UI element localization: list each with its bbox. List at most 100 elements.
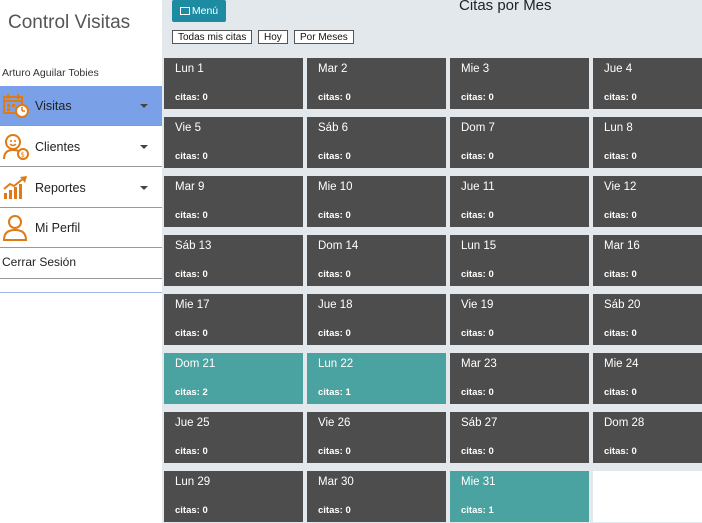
citas-prefix: citas: — [175, 387, 203, 398]
day-label: Mie 17 — [175, 299, 210, 311]
citas-prefix: citas: — [604, 92, 632, 103]
citas-prefix: citas: — [461, 505, 489, 516]
citas-count: citas: 2 — [175, 387, 208, 398]
citas-count: citas: 0 — [318, 269, 351, 280]
day-label: Vie 5 — [175, 122, 202, 134]
citas-prefix: citas: — [175, 151, 203, 162]
citas-value: 0 — [202, 269, 208, 280]
citas-prefix: citas: — [604, 328, 632, 339]
citas-prefix: citas: — [175, 505, 203, 516]
calendar-day-cell[interactable]: Mar 30 citas: 0 — [307, 471, 446, 522]
citas-prefix: citas: — [461, 269, 489, 280]
citas-count: citas: 0 — [461, 92, 494, 103]
sidebar-item-mi-perfil[interactable]: Mi Perfil — [0, 208, 162, 248]
citas-count: citas: 0 — [175, 269, 208, 280]
chevron-down-icon[interactable] — [140, 185, 148, 190]
calendar-day-cell[interactable]: Sáb 6 citas: 0 — [307, 117, 446, 168]
citas-value: 0 — [202, 151, 208, 162]
calendar-day-cell[interactable]: Vie 5 citas: 0 — [164, 117, 303, 168]
calendar-day-cell[interactable]: Mar 9 citas: 0 — [164, 176, 303, 227]
calendar-day-cell[interactable]: Dom 7 citas: 0 — [450, 117, 589, 168]
calendar-day-cell[interactable]: Mie 31 citas: 1 — [450, 471, 589, 522]
menu-label: Menú — [191, 5, 219, 17]
filter-todas-button[interactable]: Todas mis citas — [172, 30, 253, 44]
calendar-day-cell[interactable]: Dom 28 citas: 0 — [593, 412, 702, 463]
citas-count: citas: 0 — [461, 151, 494, 162]
day-label: Mar 2 — [318, 63, 348, 75]
chevron-down-icon[interactable] — [140, 144, 148, 149]
citas-count: citas: 0 — [175, 446, 208, 457]
citas-prefix: citas: — [318, 269, 346, 280]
chevron-down-icon[interactable] — [140, 103, 148, 108]
calendar-day-cell[interactable]: Sáb 13 citas: 0 — [164, 235, 303, 286]
calendar-day-cell[interactable]: Mar 2 citas: 0 — [307, 58, 446, 109]
calendar-day-cell[interactable]: Vie 19 citas: 0 — [450, 294, 589, 345]
citas-count: citas: 0 — [318, 328, 351, 339]
day-label: Jue 11 — [461, 181, 495, 193]
calendar-day-cell[interactable]: Jue 18 citas: 0 — [307, 294, 446, 345]
calendar-day-cell[interactable]: Jue 4 citas: 0 — [593, 58, 702, 109]
calendar-day-cell[interactable]: Sáb 27 citas: 0 — [450, 412, 589, 463]
calendar-day-cell[interactable]: Lun 1 citas: 0 — [164, 58, 303, 109]
citas-prefix: citas: — [318, 505, 346, 516]
sidebar-item-clientes[interactable]: $ Clientes — [0, 127, 162, 167]
calendar-day-cell[interactable]: Lun 8 citas: 0 — [593, 117, 702, 168]
citas-value: 0 — [631, 328, 637, 339]
citas-prefix: citas: — [318, 446, 346, 457]
sidebar-item-label: Mi Perfil — [35, 220, 81, 235]
citas-value: 0 — [345, 210, 351, 221]
divider — [0, 292, 162, 293]
calendar-day-cell[interactable]: Mie 3 citas: 0 — [450, 58, 589, 109]
calendar-day-cell[interactable]: Jue 25 citas: 0 — [164, 412, 303, 463]
calendar-day-cell[interactable]: Mie 24 citas: 0 — [593, 353, 702, 404]
day-label: Mar 9 — [175, 181, 205, 193]
citas-prefix: citas: — [604, 387, 632, 398]
calendar-day-cell[interactable]: Vie 26 citas: 0 — [307, 412, 446, 463]
app-title: Control Visitas — [8, 12, 131, 33]
day-label: Jue 18 — [318, 299, 353, 311]
citas-count: citas: 0 — [461, 387, 494, 398]
calendar-day-cell[interactable]: Mie 17 citas: 0 — [164, 294, 303, 345]
calendar-day-cell[interactable]: Dom 14 citas: 0 — [307, 235, 446, 286]
calendar-day-cell[interactable]: Sáb 20 citas: 0 — [593, 294, 702, 345]
citas-count: citas: 0 — [604, 210, 637, 221]
citas-value: 0 — [631, 92, 637, 103]
citas-prefix: citas: — [318, 328, 346, 339]
calendar-day-cell[interactable]: Dom 21 citas: 2 — [164, 353, 303, 404]
citas-prefix: citas: — [604, 446, 632, 457]
day-label: Dom 28 — [604, 417, 645, 429]
citas-value: 0 — [345, 446, 351, 457]
citas-prefix: citas: — [461, 151, 489, 162]
calendar-day-cell[interactable]: Lun 15 citas: 0 — [450, 235, 589, 286]
logout-link[interactable]: Cerrar Sesión — [0, 247, 162, 279]
sidebar-item-reportes[interactable]: Reportes — [0, 168, 162, 208]
citas-value: 0 — [202, 92, 208, 103]
citas-value: 0 — [488, 328, 494, 339]
sidebar-item-visitas[interactable]: Visitas — [0, 86, 162, 126]
citas-value: 0 — [202, 505, 208, 516]
citas-count: citas: 0 — [175, 151, 208, 162]
citas-value: 0 — [202, 210, 208, 221]
empty-calendar-cell — [593, 471, 702, 522]
menu-button[interactable]: Menú — [172, 0, 226, 22]
citas-count: citas: 0 — [461, 210, 494, 221]
citas-value: 0 — [488, 92, 494, 103]
citas-prefix: citas: — [604, 210, 632, 221]
calendar-day-cell[interactable]: Mie 10 citas: 0 — [307, 176, 446, 227]
calendar-day-cell[interactable]: Lun 29 citas: 0 — [164, 471, 303, 522]
calendar-day-cell[interactable]: Mar 23 citas: 0 — [450, 353, 589, 404]
citas-count: citas: 0 — [604, 446, 637, 457]
day-label: Sáb 13 — [175, 240, 212, 252]
citas-value: 0 — [631, 269, 637, 280]
citas-count: citas: 0 — [604, 269, 637, 280]
day-label: Vie 26 — [318, 417, 351, 429]
calendar-day-cell[interactable]: Jue 11 citas: 0 — [450, 176, 589, 227]
day-label: Mar 16 — [604, 240, 640, 252]
calendar-day-cell[interactable]: Mar 16 citas: 0 — [593, 235, 702, 286]
calendar-day-cell[interactable]: Lun 22 citas: 1 — [307, 353, 446, 404]
header: Menú Citas por Mes Todas mis citas Hoy P… — [162, 0, 702, 56]
filter-por-meses-button[interactable]: Por Meses — [294, 30, 354, 44]
calendar-day-cell[interactable]: Vie 12 citas: 0 — [593, 176, 702, 227]
day-label: Lun 29 — [175, 476, 211, 488]
filter-hoy-button[interactable]: Hoy — [258, 30, 288, 44]
